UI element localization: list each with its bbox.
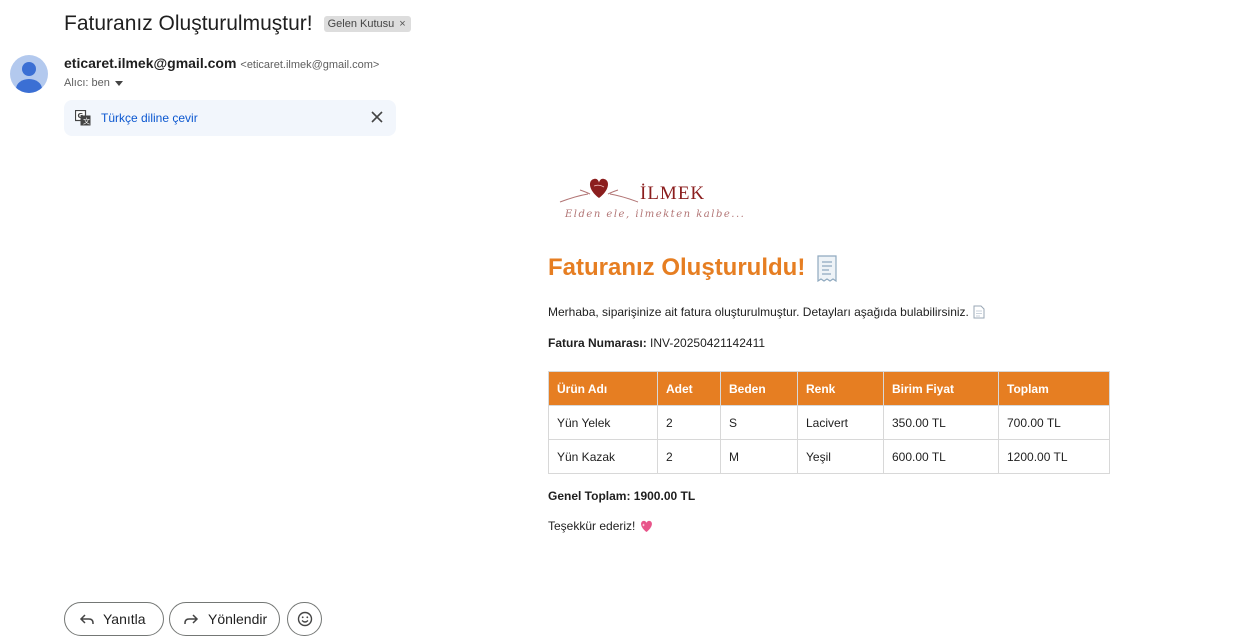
table-cell: S (720, 405, 798, 440)
table-row: Yün Yelek 2 S Lacivert 350.00 TL 700.00 … (548, 405, 1110, 440)
email-header: Faturanız Oluşturulmuştur! Gelen Kutusu … (64, 10, 411, 38)
column-header: Birim Fiyat (883, 371, 999, 406)
reply-label: Yanıtla (103, 611, 146, 627)
forward-arrow-icon (184, 614, 199, 624)
invoice-number-value: INV-20250421142411 (650, 336, 766, 350)
intro-message: Merhaba, siparişinize ait fatura oluştur… (548, 305, 969, 319)
table-cell: M (720, 439, 798, 474)
inbox-label-text: Gelen Kutusu (327, 18, 395, 30)
reply-button[interactable]: Yanıtla (64, 602, 164, 636)
inbox-label-chip[interactable]: Gelen Kutusu × (323, 16, 411, 32)
column-header: Ürün Adı (548, 371, 658, 406)
column-header: Adet (657, 371, 721, 406)
table-header-row: Ürün Adı Adet Beden Renk Birim Fiyat Top… (548, 371, 1110, 406)
sender-avatar[interactable] (10, 55, 48, 93)
emoji-reaction-button[interactable] (287, 602, 322, 636)
recipient-details-toggle[interactable]: Alıcı: ben (64, 77, 123, 89)
table-row: Yün Kazak 2 M Yeşil 600.00 TL 1200.00 TL (548, 439, 1110, 474)
table-cell: 1200.00 TL (998, 439, 1110, 474)
grand-total: Genel Toplam: 1900.00 TL (548, 489, 696, 503)
sparkling-heart-icon (641, 520, 653, 532)
thanks-message: Teşekkür ederiz! (548, 519, 636, 533)
brand-name: İLMEK (640, 183, 706, 204)
sender-info: eticaret.ilmek@gmail.com <eticaret.ilmek… (64, 55, 379, 71)
table-cell: Lacivert (797, 405, 884, 440)
brand-logo: İLMEK Elden ele, ilmekten kalbe... (556, 172, 756, 228)
table-cell: Yeşil (797, 439, 884, 474)
receipt-icon (817, 254, 837, 282)
table-cell: 700.00 TL (998, 405, 1110, 440)
thanks-text: Teşekkür ederiz! (548, 519, 654, 533)
column-header: Toplam (998, 371, 1110, 406)
chevron-down-icon (114, 81, 123, 86)
translate-link[interactable]: Türkçe diline çevir (101, 111, 198, 125)
translate-icon: G 文 (75, 110, 91, 126)
forward-button[interactable]: Yönlendir (169, 602, 280, 636)
person-icon (16, 62, 42, 93)
table-cell: 2 (657, 405, 721, 440)
forward-label: Yönlendir (208, 611, 268, 627)
sender-email: <eticaret.ilmek@gmail.com> (240, 59, 380, 71)
invoice-title-text: Faturanız Oluşturuldu! (548, 254, 806, 281)
heart-hands-logo (559, 178, 639, 203)
invoice-title: Faturanız Oluşturuldu! (548, 254, 839, 282)
invoice-items-table: Ürün Adı Adet Beden Renk Birim Fiyat Top… (548, 371, 1110, 474)
remove-label-icon[interactable]: × (399, 18, 405, 30)
svg-text:文: 文 (83, 117, 90, 126)
close-icon[interactable] (370, 110, 384, 124)
document-icon (973, 305, 985, 319)
brand-tagline: Elden ele, ilmekten kalbe... (565, 209, 746, 220)
table-cell: Yün Yelek (548, 405, 658, 440)
recipient-text: Alıcı: ben (64, 77, 110, 89)
column-header: Beden (720, 371, 798, 406)
sender-name[interactable]: eticaret.ilmek@gmail.com (64, 55, 236, 71)
invoice-number: Fatura Numarası: INV-20250421142411 (548, 336, 765, 350)
table-cell: Yün Kazak (548, 439, 658, 474)
intro-text: Merhaba, siparişinize ait fatura oluştur… (548, 305, 985, 319)
email-subject: Faturanız Oluşturulmuştur! (64, 12, 313, 35)
emoji-icon (297, 611, 312, 627)
invoice-number-label: Fatura Numarası: (548, 336, 647, 350)
table-cell: 350.00 TL (883, 405, 999, 440)
reply-arrow-icon (79, 614, 94, 624)
translate-bar: G 文 Türkçe diline çevir (64, 100, 396, 136)
table-cell: 600.00 TL (883, 439, 999, 474)
table-cell: 2 (657, 439, 721, 474)
column-header: Renk (797, 371, 884, 406)
